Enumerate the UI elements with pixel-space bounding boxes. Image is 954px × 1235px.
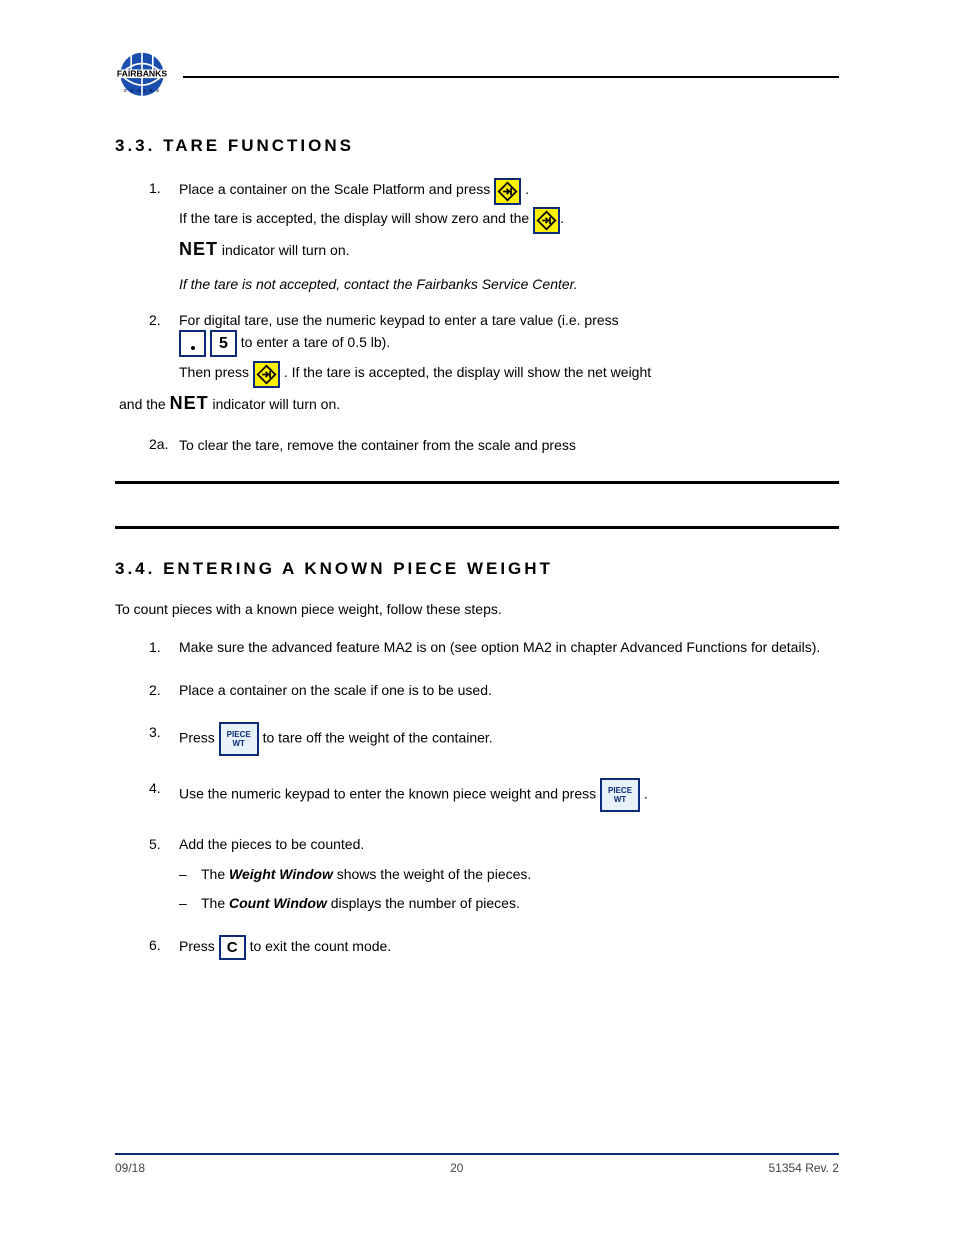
footer-date: 09/18 [115,1161,145,1175]
piece-wt-key-icon[interactable]: PIECE WT [219,722,259,756]
step-1-line2: If the tare is accepted, the display wil… [179,210,533,226]
footer-rule [115,1153,839,1155]
step-2-line3a: and the [119,396,170,412]
logo-text: FAIRBANKS [117,68,168,78]
s2-step-6-text-a: Press [179,938,219,954]
step-2a: 2a. 2a. To clear the tare, remove the co… [115,434,839,459]
section-heading-piecewt: 3.4. ENTERING A KNOWN PIECE WEIGHT [115,559,839,579]
clear-key-icon[interactable]: C [219,935,246,960]
zero-key-icon[interactable] [494,178,521,205]
s2-step-1-text: Make sure the advanced feature MA2 is on… [179,639,820,655]
section-heading-tare: 3.3. TARE FUNCTIONS [115,136,839,156]
step-2: 2. For digital tare, use the numeric key… [115,310,839,416]
net-indicator: NET [179,236,218,262]
step-1-text-b: . [525,181,529,197]
five-key-icon[interactable]: 5 [210,330,237,357]
zero-key-icon[interactable] [533,207,560,234]
step-2-line3b: indicator will turn on. [213,396,341,412]
s2-step-5-bullet-1: The Weight Window shows the weight of th… [179,864,839,884]
section-separator [115,481,839,484]
header-rule [183,76,839,78]
s2-step-4-text-a: Use the numeric keypad to enter the know… [179,786,600,802]
section2-intro: To count pieces with a known piece weigh… [115,601,839,617]
s2-step-5-text: Add the pieces to be counted. [179,836,364,852]
service-note: If the tare is not accepted, contact the… [179,276,839,292]
s2-step-2-text: Place a container on the scale if one is… [179,682,492,698]
brand-logo: FAIRBANKS S C A L E S [115,50,169,98]
step-2-text-a: For digital tare, use the numeric keypad… [179,312,619,328]
step-1: 1. Place a container on the Scale Platfo… [115,178,839,262]
footer-doc-rev: 51354 Rev. 2 [768,1161,839,1175]
s2-step-4: 4. Use the numeric keypad to enter the k… [115,778,839,812]
globe-icon: FAIRBANKS S C A L E S [115,50,169,99]
s2-step-1: 1. Make sure the advanced feature MA2 is… [115,637,839,657]
step-2-text-b: to enter a tare of 0.5 lb). [241,335,390,351]
step-2-line2a: Then press [179,365,253,381]
s2-step-3-text-a: Press [179,730,219,746]
s2-step-5-bullet-2: The Count Window displays the number of … [179,893,839,913]
s2-step-5: 5. Add the pieces to be counted. The Wei… [115,834,839,913]
s2-step-2: 2. Place a container on the scale if one… [115,680,839,700]
s2-step-6-text-b: to exit the count mode. [250,938,392,954]
step-1-tail: indicator will turn on. [222,242,350,258]
net-indicator: NET [170,390,209,416]
svg-text:S C A L E S: S C A L E S [123,88,160,94]
zero-key-icon[interactable] [253,361,280,388]
s2-step-6: 6. Press C to exit the count mode. [115,935,839,960]
footer-page: 20 [450,1161,463,1175]
step-1-text-a: Place a container on the Scale Platform … [179,181,494,197]
section-separator [115,526,839,529]
s2-step-3: 3. Press PIECE WT to tare off the weight… [115,722,839,756]
piece-wt-key-icon[interactable]: PIECE WT [600,778,640,812]
step-2a-text: To clear the tare, remove the container … [179,438,580,454]
decimal-key-icon[interactable] [179,330,206,357]
step-2-line2b: . If the tare is accepted, the display w… [284,365,651,381]
s2-step-3-text-b: to tare off the weight of the container. [263,730,493,746]
s2-step-4-text-b: . [644,786,648,802]
